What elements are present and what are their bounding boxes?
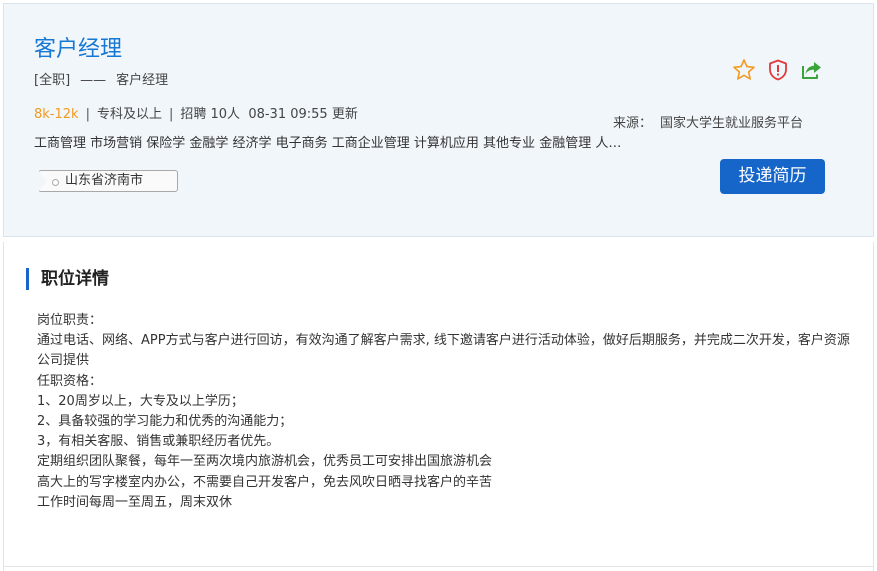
description-line: 工作时间每周一至周五，周末双休	[37, 494, 233, 510]
description-line: 3，有相关客服、销售或兼职经历者优先。	[37, 434, 280, 450]
job-type-dash: ——	[80, 73, 107, 88]
job-meta-line: 8k-12k | 专科及以上 | 招聘 10人 08-31 09:55 更新	[34, 106, 358, 124]
source-value: 国家大学生就业服务平台	[660, 116, 804, 131]
job-type-line: [全职] —— 客户经理	[34, 72, 168, 90]
job-title: 客户经理	[34, 37, 123, 62]
tag-hole-icon	[52, 179, 59, 186]
tag-notch	[38, 170, 47, 192]
section-title: 职位详情	[26, 268, 109, 290]
description-line: 任职资格：	[37, 373, 103, 389]
description-line: 1、20周岁以上，大专及以上学历；	[37, 393, 244, 409]
education-requirement: 专科及以上	[96, 107, 162, 122]
meta-separator: |	[168, 107, 174, 122]
share-icon[interactable]	[800, 58, 824, 82]
job-type: [全职]	[34, 73, 71, 88]
star-icon[interactable]	[732, 58, 756, 82]
update-time: 08-31 09:55 更新	[248, 107, 358, 122]
salary: 8k-12k	[34, 107, 79, 122]
shield-report-icon[interactable]	[766, 58, 790, 82]
description-line: 高大上的写字楼室内办公，不需要自己开发客户，免去风吹日晒寻找客户的辛苦	[37, 474, 493, 490]
location-text: 山东省济南市	[65, 173, 144, 188]
apply-resume-button[interactable]: 投递简历	[720, 159, 825, 194]
job-description: 岗位职责： 通过电话、网络、APP方式与客户进行回访，有效沟通了解客户需求, 线…	[37, 311, 852, 513]
divider	[3, 566, 874, 567]
required-majors: 工商管理 市场营销 保险学 金融学 经济学 电子商务 工商企业管理 计算机应用 …	[34, 136, 622, 151]
meta-separator: |	[85, 107, 90, 122]
location-tag[interactable]: 山东省济南市	[38, 170, 178, 192]
source-line: 来源： 国家大学生就业服务平台	[613, 115, 803, 133]
description-line: 岗位职责：	[37, 313, 103, 328]
description-line: 定期组织团队聚餐，每年一至两次境内旅游机会，优秀员工可安排出国旅游机会	[37, 454, 493, 470]
job-category: 客户经理	[116, 73, 169, 88]
source-label: 来源：	[613, 116, 653, 131]
job-detail-card: 职位详情 岗位职责： 通过电话、网络、APP方式与客户进行回访，有效沟通了解客户…	[3, 242, 874, 571]
recruit-count: 招聘 10人	[180, 107, 241, 122]
description-line: 通过电话、网络、APP方式与客户进行回访，有效沟通了解客户需求, 线下邀请客户进…	[37, 333, 850, 369]
description-line: 2、具备较强的学习能力和优秀的沟通能力；	[37, 414, 293, 430]
